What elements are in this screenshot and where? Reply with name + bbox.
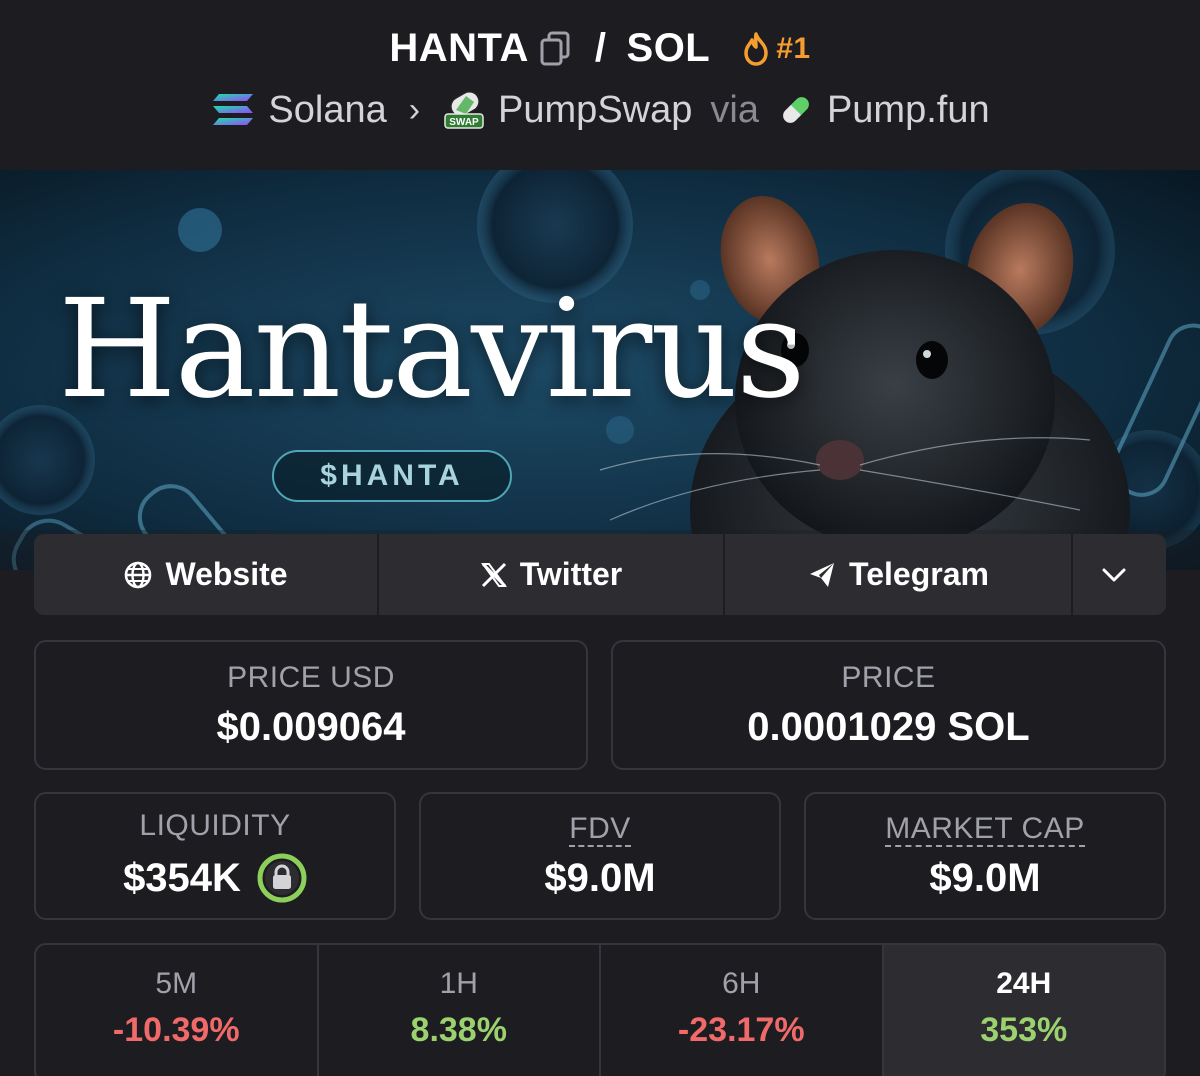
pair-separator: / (594, 26, 607, 70)
trending-rank-badge[interactable]: #1 (742, 32, 810, 66)
svg-text:SWAP: SWAP (449, 117, 479, 128)
tab-6h[interactable]: 6H -23.17% (601, 945, 884, 1076)
telegram-link-button[interactable]: Telegram (725, 534, 1073, 615)
telegram-label: Telegram (849, 556, 989, 592)
token-banner-image: Hantavirus $HANTA (0, 170, 1200, 570)
twitter-label: Twitter (519, 556, 623, 592)
x-logo-icon (480, 562, 507, 587)
tab-24h[interactable]: 24H 353% (883, 945, 1164, 1076)
telegram-icon (810, 562, 835, 587)
market-cap-label: MARKET CAP (885, 811, 1085, 847)
tab-5m[interactable]: 5M -10.39% (36, 945, 319, 1076)
pair-header: HANTA / SOL #1 Solana › SWAP PumpSwap vi… (0, 0, 1200, 170)
market-cap-box[interactable]: MARKET CAP $9.0M (804, 792, 1166, 920)
price-usd-box: PRICE USD $0.009064 (34, 640, 588, 770)
period-label: 24H (996, 967, 1052, 1000)
via-label: via (710, 88, 759, 131)
dex-name[interactable]: PumpSwap (498, 89, 692, 132)
chain-name[interactable]: Solana (268, 89, 386, 132)
liquidity-locked-icon[interactable] (257, 853, 307, 903)
pair-title: HANTA / SOL #1 (0, 26, 1200, 71)
period-label: 5M (155, 967, 198, 1000)
flame-icon (744, 31, 768, 66)
quote-token-symbol: SOL (626, 26, 711, 70)
fdv-label: FDV (569, 811, 631, 847)
price-change-tabs: 5M -10.39% 1H 8.38% 6H -23.17% 24H 353% (34, 943, 1166, 1076)
base-token-symbol: HANTA (389, 26, 529, 70)
copy-icon[interactable] (539, 30, 573, 68)
liquidity-label: LIQUIDITY (139, 809, 291, 842)
liquidity-box: LIQUIDITY $354K (34, 792, 396, 920)
chevron-right-icon: › (408, 90, 421, 129)
fdv-label-wrap: FDV (569, 811, 631, 847)
price-change-value: 8.38% (410, 1011, 507, 1049)
solana-logo-icon (213, 94, 254, 125)
launchpad-name[interactable]: Pump.fun (827, 89, 990, 132)
chevron-down-icon (1102, 568, 1125, 581)
price-usd-label: PRICE USD (227, 660, 395, 694)
pumpfun-logo-icon (781, 95, 811, 125)
price-change-value: -23.17% (677, 1011, 805, 1049)
period-label: 1H (439, 967, 478, 1000)
more-links-button[interactable] (1073, 534, 1166, 615)
price-change-value: 353% (980, 1011, 1068, 1049)
banner-title: Hantavirus (58, 271, 806, 429)
website-link-button[interactable]: Website (34, 534, 379, 615)
fdv-box[interactable]: FDV $9.0M (419, 792, 781, 920)
tab-1h[interactable]: 1H 8.38% (319, 945, 601, 1076)
market-cap-label-wrap: MARKET CAP (885, 811, 1085, 847)
banner-ticker: $HANTA (272, 450, 512, 502)
trending-rank: #1 (776, 31, 811, 65)
price-usd-value: $0.009064 (216, 704, 406, 749)
liquidity-value-row: $354K (123, 853, 307, 903)
globe-icon (125, 561, 152, 588)
market-cap-value: $9.0M (929, 855, 1041, 900)
chain-breadcrumb: Solana › SWAP PumpSwap via Pump.fun (0, 88, 1200, 132)
period-label: 6H (722, 967, 761, 1000)
website-label: Website (165, 556, 288, 592)
social-links-bar: Website Twitter Telegram (34, 534, 1166, 615)
pumpswap-logo-icon: SWAP (444, 90, 484, 129)
price-sol-label: PRICE (841, 660, 936, 694)
twitter-link-button[interactable]: Twitter (379, 534, 725, 615)
price-sol-value: 0.0001029 SOL (747, 704, 1030, 749)
price-change-value: -10.39% (112, 1011, 240, 1049)
price-sol-box: PRICE 0.0001029 SOL (611, 640, 1166, 770)
liquidity-value: $354K (123, 855, 241, 900)
fdv-value: $9.0M (544, 855, 656, 900)
